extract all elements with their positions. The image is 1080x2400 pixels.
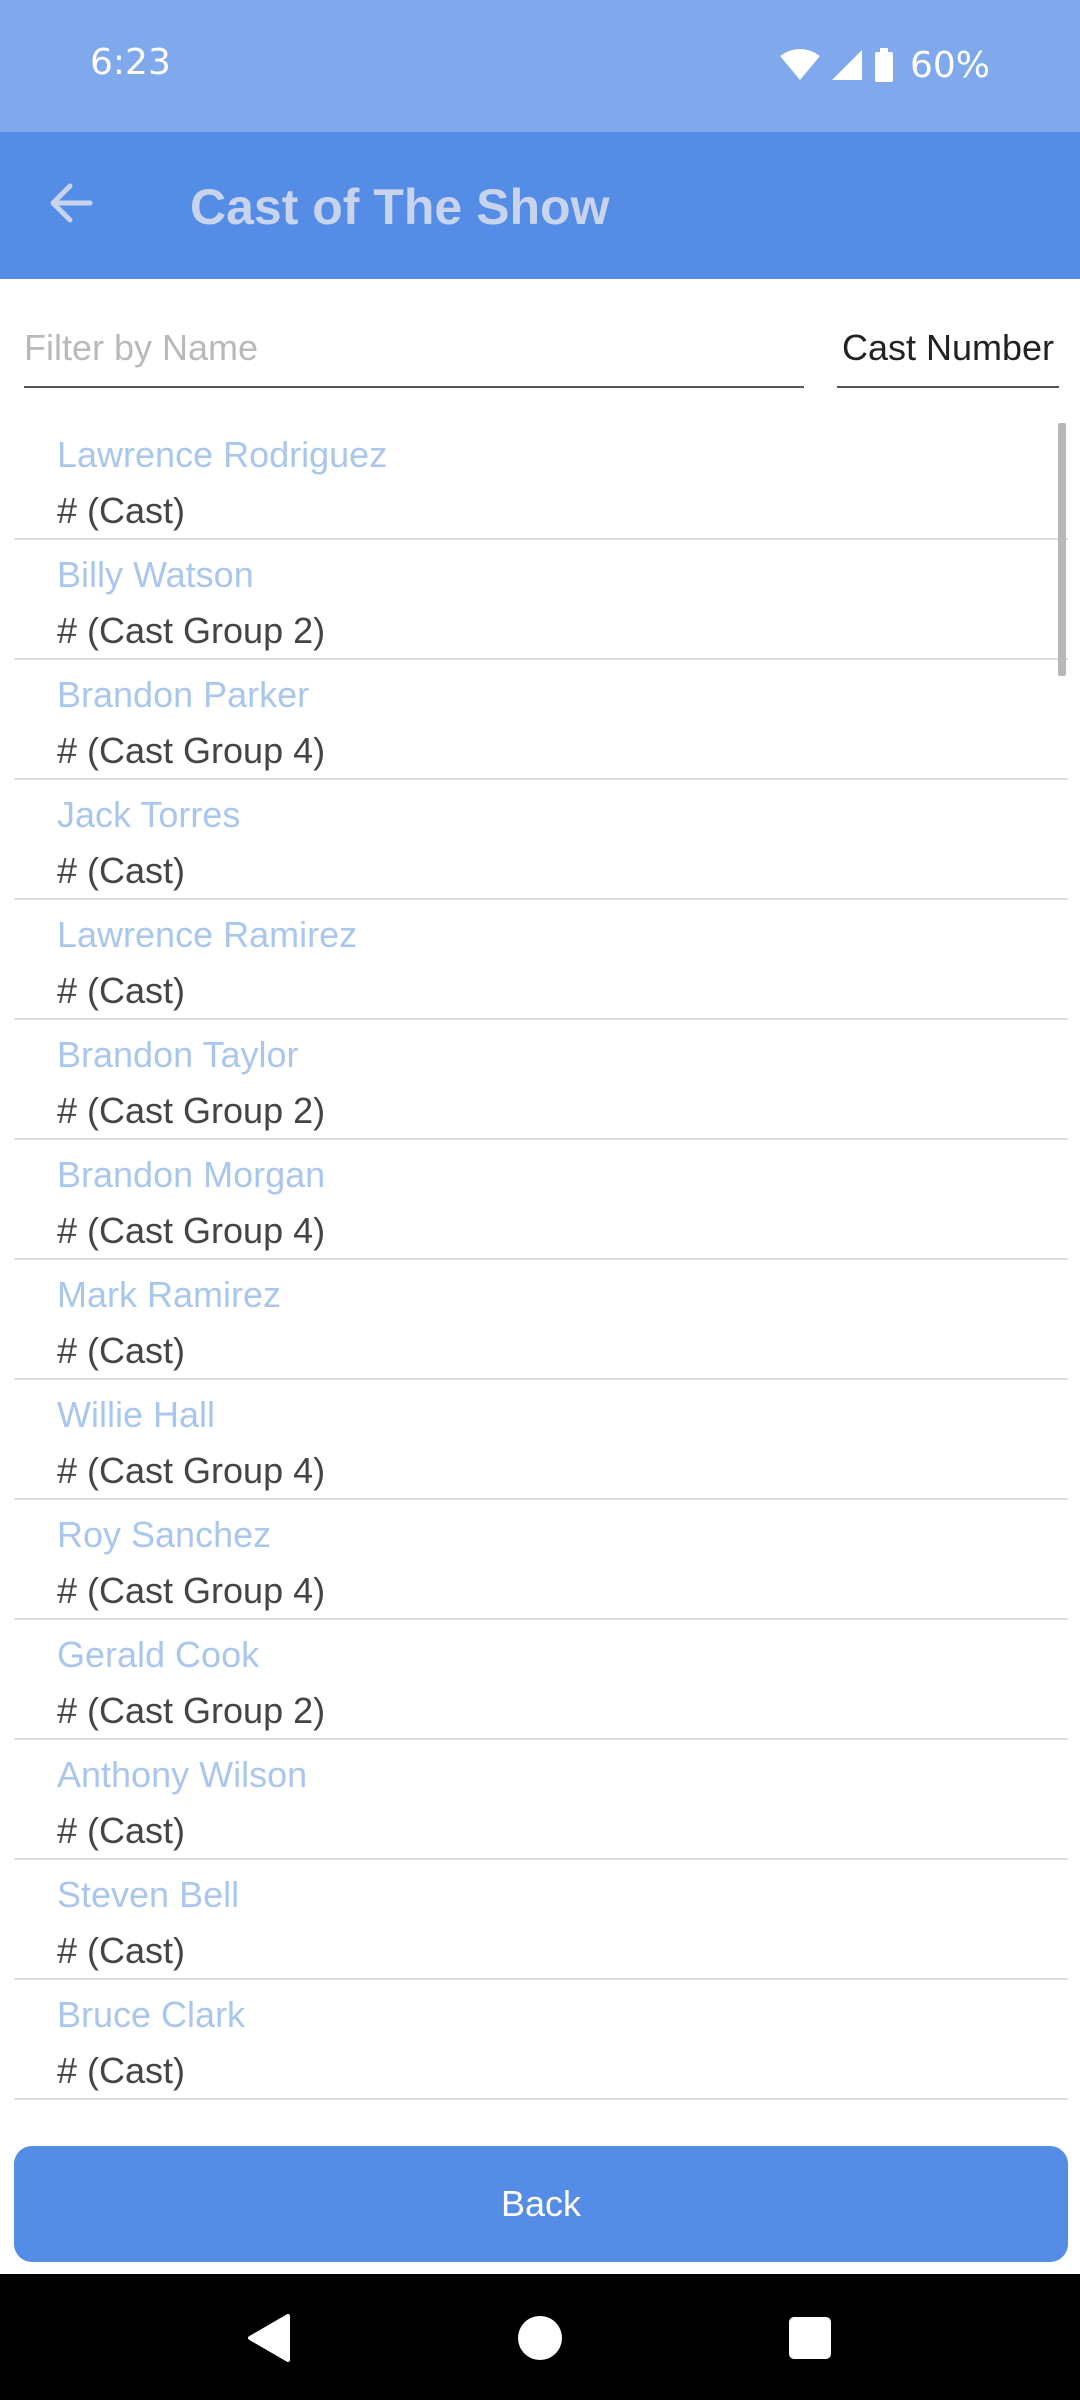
cast-group: # (Cast) (57, 850, 186, 891)
cast-group: # (Cast) (57, 1930, 186, 1971)
cast-group: # (Cast Group 2) (57, 1690, 326, 1731)
list-item[interactable]: Bruce Clark # (Cast) (14, 1980, 1068, 2100)
cast-name: Willie Hall (57, 1394, 216, 1435)
cast-name: Brandon Taylor (57, 1034, 299, 1075)
list-item[interactable]: Lawrence Ramirez # (Cast) (14, 900, 1068, 1020)
cast-name: Roy Sanchez (57, 1514, 272, 1555)
nav-home-circle-icon[interactable] (517, 2315, 563, 2361)
filter-row: Cast Number (24, 310, 1060, 390)
back-button[interactable]: Back (14, 2146, 1068, 2262)
status-icons: 60% (779, 40, 990, 90)
system-nav-bar (0, 2274, 1080, 2400)
list-item[interactable]: Brandon Parker # (Cast Group 4) (14, 660, 1068, 780)
list-item[interactable]: Brandon Morgan # (Cast Group 4) (14, 1140, 1068, 1260)
cast-name: Mark Ramirez (57, 1274, 282, 1315)
cast-list[interactable]: Lawrence Rodriguez # (Cast) Billy Watson… (14, 420, 1068, 2115)
wifi-icon (779, 49, 820, 80)
list-item[interactable]: Jack Torres # (Cast) (14, 780, 1068, 900)
page-title: Cast of The Show (190, 179, 610, 235)
list-item[interactable]: Brandon Taylor # (Cast Group 2) (14, 1020, 1068, 1140)
list-item[interactable]: Anthony Wilson # (Cast) (14, 1740, 1068, 1860)
list-item[interactable]: Steven Bell # (Cast) (14, 1860, 1068, 1980)
cast-name: Bruce Clark (57, 1994, 246, 2035)
status-time: 6:23 (90, 42, 171, 83)
list-scrollbar[interactable] (1058, 423, 1066, 676)
cast-group: # (Cast Group 2) (57, 1090, 326, 1131)
app-bar: Cast of The Show (0, 132, 1080, 279)
cast-group: # (Cast Group 2) (57, 610, 326, 651)
cast-name: Brandon Morgan (57, 1154, 326, 1195)
cast-name: Steven Bell (57, 1874, 240, 1915)
list-item[interactable]: Lawrence Rodriguez # (Cast) (14, 420, 1068, 540)
arrow-left-icon[interactable] (40, 172, 102, 234)
list-item[interactable]: Mark Ramirez # (Cast) (14, 1260, 1068, 1380)
cast-name: Lawrence Rodriguez (57, 434, 388, 475)
cast-name: Lawrence Ramirez (57, 914, 358, 955)
list-item[interactable]: Gerald Cook # (Cast Group 2) (14, 1620, 1068, 1740)
cast-name: Brandon Parker (57, 674, 310, 715)
cast-name: Anthony Wilson (57, 1754, 308, 1795)
cast-name: Jack Torres (57, 794, 241, 835)
cast-group: # (Cast) (57, 970, 186, 1011)
cast-group: # (Cast) (57, 2050, 186, 2091)
cast-group: # (Cast Group 4) (57, 730, 326, 771)
cell-signal-icon (831, 50, 862, 80)
nav-recents-square-icon[interactable] (789, 2317, 831, 2359)
cast-number-field[interactable]: Cast Number (837, 310, 1059, 388)
cast-group: # (Cast) (57, 1810, 186, 1851)
cast-group: # (Cast Group 4) (57, 1210, 326, 1251)
battery-icon (874, 48, 893, 82)
list-item[interactable]: Billy Watson # (Cast Group 2) (14, 540, 1068, 660)
battery-percentage: 60% (909, 44, 990, 86)
cast-name: Billy Watson (57, 554, 254, 595)
status-bar: 6:23 60% (0, 0, 1080, 132)
cast-group: # (Cast) (57, 490, 186, 531)
filter-by-name-input[interactable] (24, 310, 804, 388)
list-item[interactable]: Willie Hall # (Cast Group 4) (14, 1380, 1068, 1500)
nav-back-triangle-icon[interactable] (246, 2314, 290, 2362)
list-item[interactable]: Roy Sanchez # (Cast Group 4) (14, 1500, 1068, 1620)
cast-number-label: Cast Number (841, 327, 1055, 368)
cast-name: Gerald Cook (57, 1634, 260, 1675)
cast-group: # (Cast Group 4) (57, 1570, 326, 1611)
cast-group: # (Cast Group 4) (57, 1450, 326, 1491)
cast-group: # (Cast) (57, 1330, 186, 1371)
